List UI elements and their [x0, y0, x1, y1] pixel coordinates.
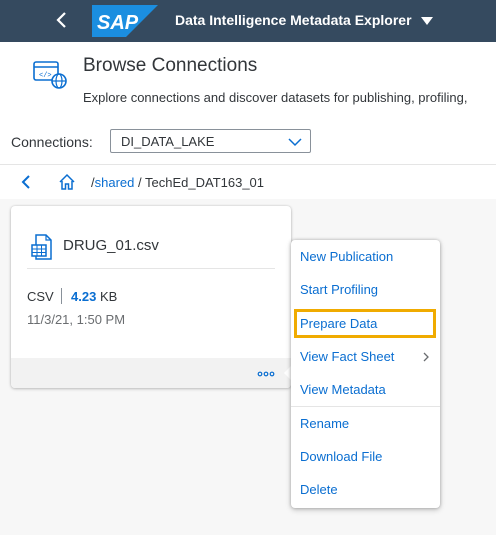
breadcrumb-current: TechEd_DAT163_01: [145, 175, 265, 190]
card-divider: [27, 268, 275, 269]
menu-item-new-publication[interactable]: New Publication: [291, 240, 440, 273]
menu-item-prepare-data[interactable]: Prepare Data: [294, 309, 436, 338]
svg-text:SAP: SAP: [97, 12, 139, 34]
chevron-right-icon: [423, 352, 429, 362]
actions-menu: New Publication Start Profiling Prepare …: [291, 240, 440, 508]
connections-select[interactable]: DI_DATA_LAKE: [110, 129, 311, 153]
menu-item-label: View Fact Sheet: [300, 349, 395, 364]
menu-item-view-fact-sheet[interactable]: View Fact Sheet: [291, 340, 440, 373]
file-size: 4.23 KB: [71, 289, 117, 304]
more-actions-icon[interactable]: [257, 364, 275, 382]
file-name[interactable]: DRUG_01.csv: [63, 237, 159, 254]
page-subtitle: Explore connections and discover dataset…: [83, 90, 468, 105]
menu-item-rename[interactable]: Rename: [291, 407, 440, 440]
shell-bar: SAP Data Intelligence Metadata Explorer: [0, 0, 496, 42]
menu-pointer: [284, 366, 291, 380]
separator: [61, 288, 62, 304]
csv-file-icon: [31, 234, 52, 260]
sap-logo[interactable]: SAP: [92, 5, 158, 37]
connections-bar: Connections: DI_DATA_LAKE: [0, 118, 496, 165]
menu-item-view-metadata[interactable]: View Metadata: [291, 373, 440, 406]
file-size-unit: KB: [99, 289, 118, 304]
breadcrumb-link-shared[interactable]: shared: [95, 175, 135, 190]
page-title: Browse Connections: [83, 55, 258, 76]
breadcrumb-path: /shared / TechEd_DAT163_01: [91, 175, 264, 190]
browse-connections-icon: </>: [33, 61, 67, 89]
breadcrumb-separator: /: [138, 175, 142, 190]
connections-value: DI_DATA_LAKE: [121, 134, 215, 149]
file-type: CSV: [27, 289, 54, 304]
page-header: </> Browse Connections Explore connectio…: [0, 42, 496, 119]
file-date: 11/3/21, 1:50 PM: [27, 312, 126, 327]
card-footer: [11, 358, 291, 388]
breadcrumb: /shared / TechEd_DAT163_01: [0, 165, 496, 199]
back-arrow-icon[interactable]: [18, 174, 34, 190]
caret-down-icon[interactable]: [420, 15, 434, 27]
chevron-down-icon[interactable]: [288, 136, 302, 148]
app-title[interactable]: Data Intelligence Metadata Explorer: [175, 12, 412, 28]
back-icon[interactable]: [52, 10, 72, 30]
connections-label: Connections:: [11, 134, 93, 150]
svg-text:</>: </>: [39, 72, 52, 80]
menu-item-download-file[interactable]: Download File: [291, 440, 440, 473]
menu-item-start-profiling[interactable]: Start Profiling: [291, 273, 440, 306]
file-size-value: 4.23: [71, 289, 97, 304]
home-icon[interactable]: [58, 173, 76, 191]
dataset-card[interactable]: DRUG_01.csv CSV 4.23 KB 11/3/21, 1:50 PM: [11, 206, 291, 388]
menu-item-delete[interactable]: Delete: [291, 473, 440, 506]
